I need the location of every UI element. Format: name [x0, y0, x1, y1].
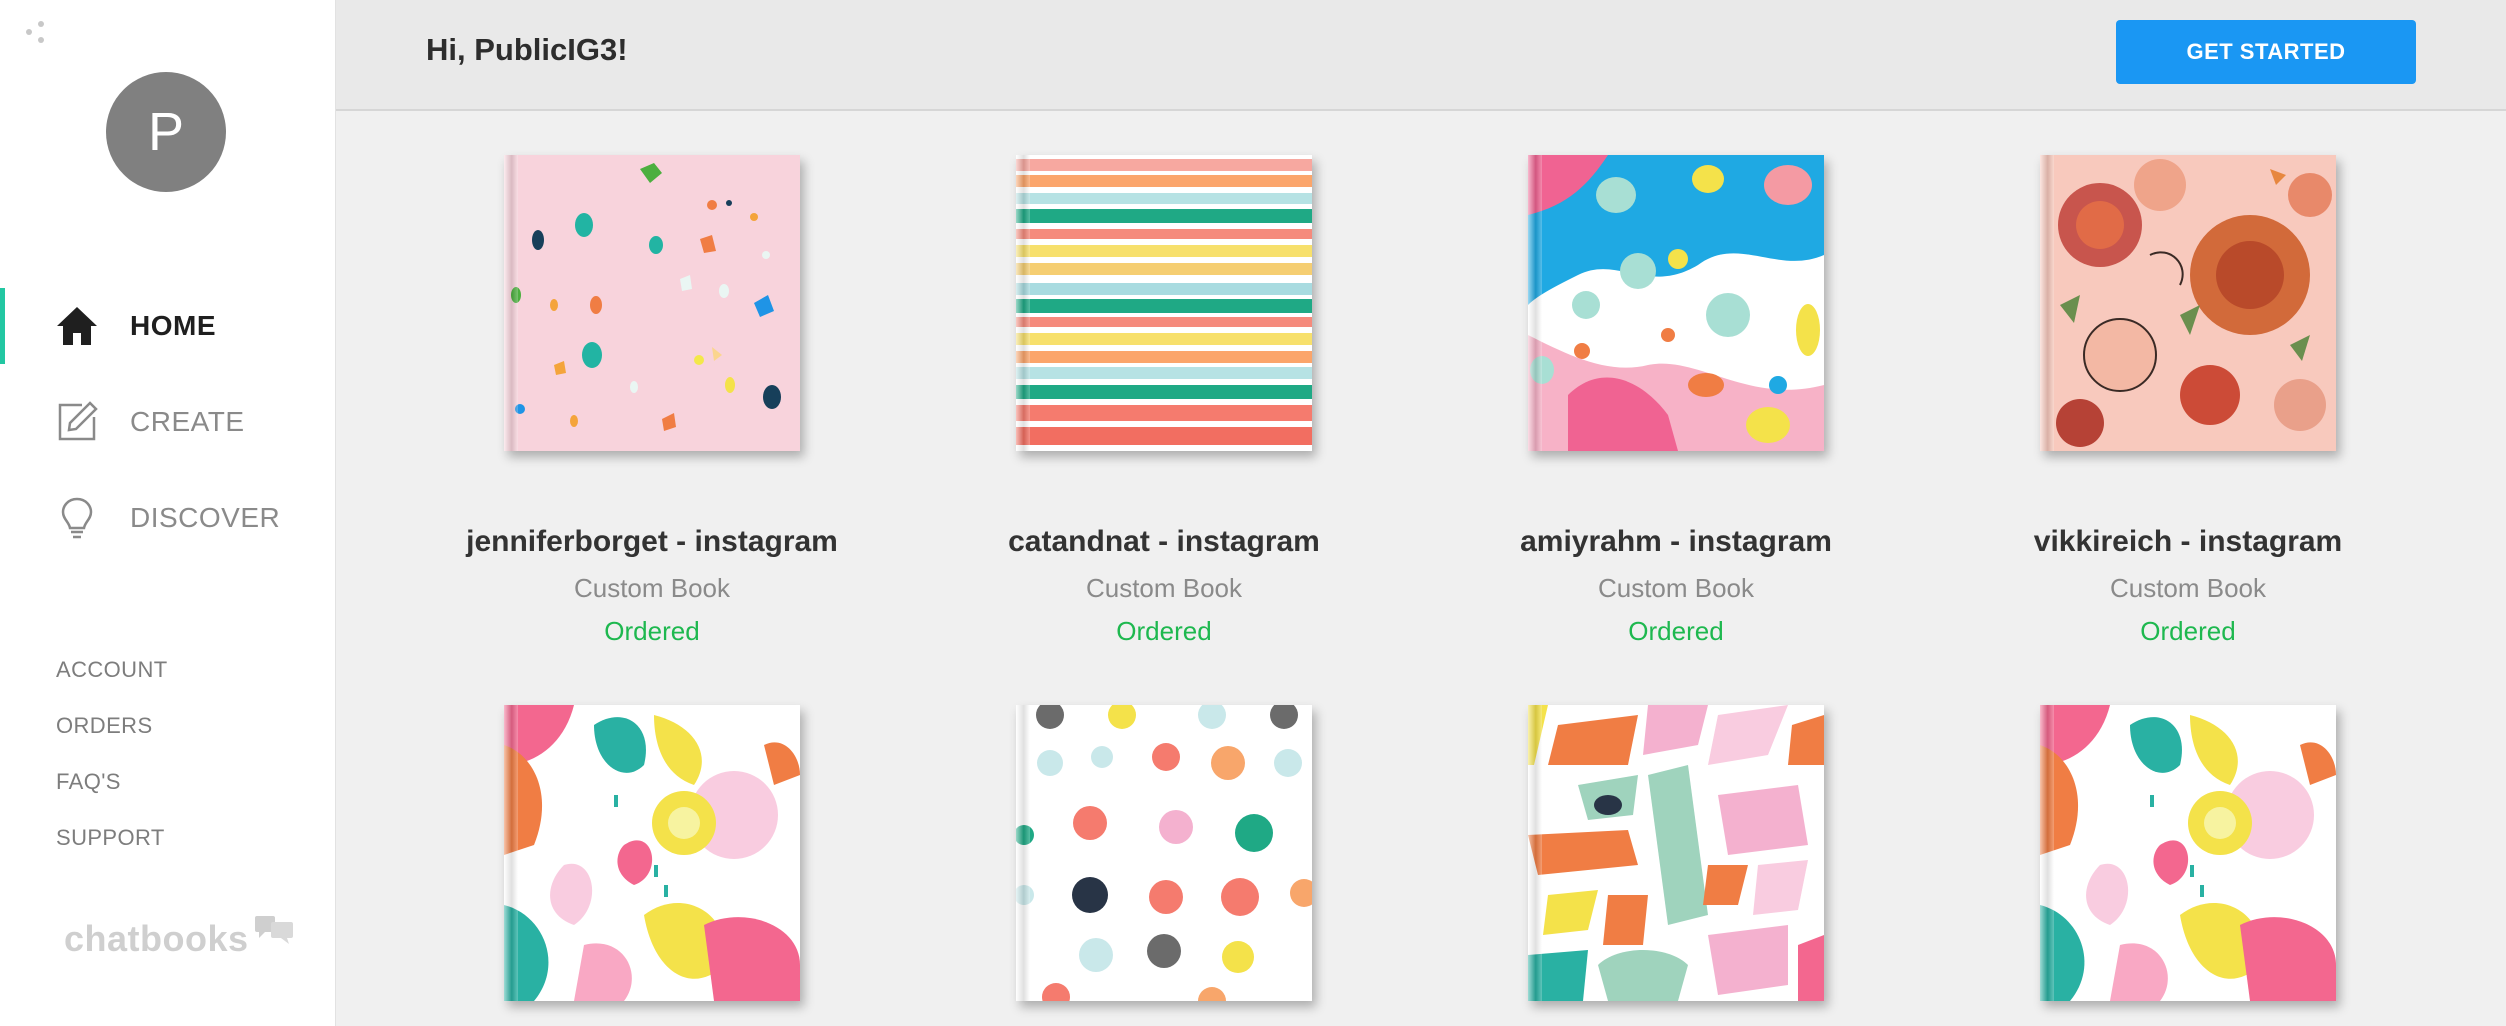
chatbooks-logo[interactable]: chatbooks [64, 916, 297, 960]
home-icon [54, 303, 100, 349]
book-spine [1016, 705, 1030, 1001]
book-cover[interactable] [1016, 705, 1312, 1001]
book-card[interactable]: catandnat - instagram Custom Book Ordere… [908, 155, 1420, 647]
top-bar: Hi, PublicIG3! GET STARTED [336, 0, 2506, 111]
book-cover[interactable] [1016, 155, 1312, 451]
book-cover[interactable] [504, 155, 800, 451]
book-status: Ordered [1116, 616, 1212, 646]
book-card[interactable] [396, 705, 908, 1001]
book-cover[interactable] [504, 705, 800, 1001]
nav-create[interactable]: CREATE [0, 382, 336, 462]
book-cover[interactable] [2040, 705, 2336, 1001]
nav-home-label: HOME [130, 310, 216, 341]
book-cover[interactable] [1528, 705, 1824, 1001]
book-card[interactable]: vikkireich - instagram Custom Book Order… [1932, 155, 2444, 647]
nav-create-label: CREATE [130, 406, 245, 437]
book-status: Ordered [2140, 616, 2236, 646]
book-card[interactable] [1932, 705, 2444, 1001]
nav-discover[interactable]: DISCOVER [0, 478, 336, 558]
book-title[interactable]: amiyrahm - instagram [1420, 525, 1932, 559]
account-link[interactable]: ACCOUNT [56, 657, 168, 683]
book-status: Ordered [1628, 616, 1724, 646]
book-type: Custom Book [573, 573, 731, 603]
book-spine [2040, 155, 2054, 451]
lightbulb-icon [54, 495, 100, 541]
faqs-link[interactable]: FAQ'S [56, 769, 121, 795]
avatar[interactable]: P [106, 72, 226, 192]
book-spine [504, 705, 518, 1001]
brand-name: chatbooks [64, 918, 249, 959]
book-spine [1016, 155, 1030, 451]
greeting: Hi, PublicIG3! [426, 32, 628, 67]
book-title[interactable]: jenniferborget - instagram [396, 525, 908, 559]
share-icon[interactable] [24, 20, 46, 44]
nav-home[interactable]: HOME [0, 286, 336, 366]
book-spine [504, 155, 518, 451]
book-status: Ordered [604, 616, 700, 646]
book-card[interactable]: amiyrahm - instagram Custom Book Ordered [1420, 155, 1932, 647]
get-started-button[interactable]: GET STARTED [2116, 20, 2416, 84]
book-title[interactable]: catandnat - instagram [908, 525, 1420, 559]
sidebar: P HOME CREATE DISCOVER ACCOUNT ORDERS FA… [0, 0, 336, 1026]
book-card[interactable] [908, 705, 1420, 1001]
book-type: Custom Book [2109, 573, 2267, 603]
book-spine [1528, 155, 1542, 451]
book-title[interactable]: vikkireich - instagram [1932, 525, 2444, 559]
nav-discover-label: DISCOVER [130, 502, 281, 533]
book-type: Custom Book [1597, 573, 1755, 603]
book-spine [1528, 705, 1542, 1001]
book-card[interactable]: jenniferborget - instagram Custom Book O… [396, 155, 908, 647]
support-link[interactable]: SUPPORT [56, 825, 165, 851]
book-type: Custom Book [1085, 573, 1243, 603]
book-cover[interactable] [1528, 155, 1824, 451]
book-card[interactable] [1420, 705, 1932, 1001]
chat-bubbles-icon [254, 916, 293, 944]
book-spine [2040, 705, 2054, 1001]
edit-icon [54, 399, 100, 445]
book-cover[interactable] [2040, 155, 2336, 451]
orders-link[interactable]: ORDERS [56, 713, 153, 739]
